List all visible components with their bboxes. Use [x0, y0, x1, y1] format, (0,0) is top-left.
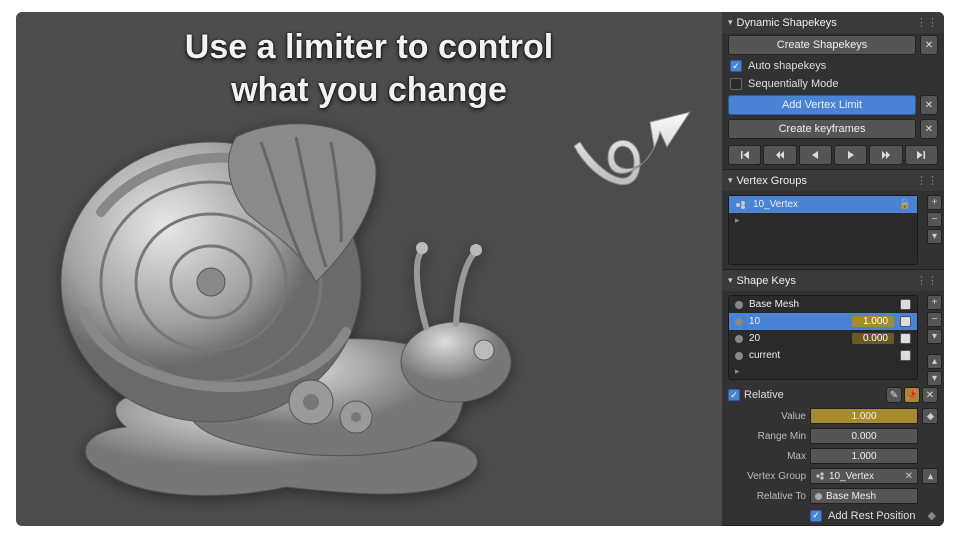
- drag-grip-icon: ⋮⋮: [916, 174, 938, 187]
- checkbox-on-icon: [730, 60, 742, 72]
- animate-prop-icon[interactable]: [922, 408, 938, 424]
- list-item[interactable]: 10 1.000: [729, 313, 917, 330]
- drag-grip-icon: ⋮⋮: [916, 274, 938, 287]
- keyframe-next-button[interactable]: [869, 145, 902, 165]
- add-button[interactable]: +: [927, 195, 942, 210]
- create-keyframes-button[interactable]: Create keyframes: [728, 119, 916, 139]
- play-reverse-button[interactable]: [799, 145, 832, 165]
- vertex-group-label: Vertex Group: [728, 471, 806, 482]
- chevron-down-icon: ▾: [728, 17, 733, 28]
- shapekey-icon: [815, 493, 822, 500]
- close-icon[interactable]: ✕: [920, 35, 938, 55]
- clear-icon[interactable]: ✕: [905, 471, 913, 482]
- add-rest-label: Add Rest Position: [828, 510, 915, 522]
- pin-icon[interactable]: 📌: [904, 387, 920, 403]
- shapekey-icon: [735, 352, 743, 360]
- shapekey-name: 20: [749, 333, 760, 344]
- shapekey-value[interactable]: 0.000: [852, 333, 894, 344]
- specials-menu-button[interactable]: ▾: [927, 329, 942, 344]
- checkbox-on-icon: [810, 510, 822, 522]
- panel-header-shape-keys[interactable]: ▾ Shape Keys ⋮⋮: [722, 270, 944, 291]
- specials-menu-button[interactable]: ▾: [927, 229, 942, 244]
- sequentially-label: Sequentially Mode: [748, 78, 839, 90]
- close-icon[interactable]: ✕: [920, 119, 938, 139]
- shapekey-name: Base Mesh: [749, 299, 799, 310]
- mute-checkbox[interactable]: [900, 333, 911, 344]
- vertex-group-field[interactable]: 10_Vertex ✕: [810, 468, 918, 484]
- value-slider[interactable]: 1.000: [810, 408, 918, 424]
- shapekey-edit-mode-icon[interactable]: ✎: [886, 387, 902, 403]
- mute-checkbox[interactable]: [900, 316, 911, 327]
- drag-grip-icon: ⋮⋮: [916, 16, 938, 29]
- panel-dynamic-shapekeys: ▾ Dynamic Shapekeys ⋮⋮ Create Shapekeys …: [722, 12, 944, 170]
- relative-label: Relative: [744, 389, 784, 401]
- list-expand-toggle[interactable]: [729, 364, 917, 379]
- play-button[interactable]: [834, 145, 867, 165]
- shapekey-icon: [735, 301, 743, 309]
- vertex-group-icon: [735, 200, 747, 210]
- panel-title: Shape Keys: [737, 275, 796, 287]
- sequentially-checkbox[interactable]: Sequentially Mode: [722, 75, 944, 93]
- add-button[interactable]: +: [927, 295, 942, 310]
- add-rest-position-checkbox[interactable]: Add Rest Position ◆: [722, 506, 944, 525]
- list-item[interactable]: 20 0.000: [729, 330, 917, 347]
- relative-to-field[interactable]: Base Mesh: [810, 488, 918, 504]
- move-down-button[interactable]: ▾: [927, 371, 942, 386]
- move-up-button[interactable]: ▴: [927, 354, 942, 369]
- panel-title: Vertex Groups: [737, 175, 807, 187]
- mute-checkbox[interactable]: [900, 299, 911, 310]
- invert-icon[interactable]: [922, 468, 938, 484]
- auto-shapekeys-label: Auto shapekeys: [748, 60, 826, 72]
- checkbox-off-icon: [730, 78, 742, 90]
- range-min-label: Range Min: [728, 431, 806, 442]
- panel-shape-keys: ▾ Shape Keys ⋮⋮ Base Mesh 10 1.000: [722, 270, 944, 526]
- range-min-field[interactable]: 0.000: [810, 428, 918, 444]
- vertex-group-name: 10_Vertex: [753, 199, 798, 210]
- panel-title: Dynamic Shapekeys: [737, 17, 837, 29]
- arrow-swirl-icon: [572, 102, 692, 212]
- chevron-down-icon: ▾: [728, 275, 733, 286]
- properties-sidebar: ▾ Dynamic Shapekeys ⋮⋮ Create Shapekeys …: [722, 12, 944, 526]
- chevron-down-icon: ▾: [728, 175, 733, 186]
- shapekey-icon: [735, 318, 743, 326]
- remove-button[interactable]: −: [927, 312, 942, 327]
- create-shapekeys-button[interactable]: Create Shapekeys: [728, 35, 916, 55]
- list-expand-toggle[interactable]: [729, 213, 917, 228]
- close-icon[interactable]: ✕: [920, 95, 938, 115]
- remove-button[interactable]: −: [927, 212, 942, 227]
- shape-keys-list[interactable]: Base Mesh 10 1.000 20 0.000: [728, 295, 918, 380]
- add-vertex-limit-button[interactable]: Add Vertex Limit: [728, 95, 916, 115]
- panel-vertex-groups: ▾ Vertex Groups ⋮⋮ 10_Vertex 🔓 + − ▾: [722, 170, 944, 270]
- shapekey-name: 10: [749, 316, 760, 327]
- animate-prop-icon[interactable]: ◆: [928, 509, 936, 522]
- list-item[interactable]: current: [729, 347, 917, 364]
- auto-shapekeys-checkbox[interactable]: Auto shapekeys: [722, 57, 944, 75]
- relative-checkbox[interactable]: [728, 389, 740, 401]
- keyframe-prev-button[interactable]: [763, 145, 796, 165]
- list-item[interactable]: 10_Vertex 🔓: [729, 196, 917, 213]
- snail-sculpt-preview: [36, 82, 576, 512]
- shapekey-name: current: [749, 350, 780, 361]
- jump-start-button[interactable]: [728, 145, 761, 165]
- mute-checkbox[interactable]: [900, 350, 911, 361]
- list-item[interactable]: Base Mesh: [729, 296, 917, 313]
- vertex-groups-list[interactable]: 10_Vertex 🔓: [728, 195, 918, 265]
- max-label: Max: [728, 451, 806, 462]
- lock-icon: 🔓: [899, 199, 911, 210]
- close-icon[interactable]: ✕: [922, 387, 938, 403]
- jump-end-button[interactable]: [905, 145, 938, 165]
- panel-header-dynamic[interactable]: ▾ Dynamic Shapekeys ⋮⋮: [722, 12, 944, 33]
- relative-to-label: Relative To: [728, 491, 806, 502]
- headline-line1: Use a limiter to control: [185, 26, 553, 69]
- panel-header-vertex-groups[interactable]: ▾ Vertex Groups ⋮⋮: [722, 170, 944, 191]
- shapekey-value[interactable]: 1.000: [852, 316, 894, 327]
- vertex-group-icon: [815, 471, 825, 481]
- transport-controls: [722, 141, 944, 169]
- max-field[interactable]: 1.000: [810, 448, 918, 464]
- viewport-3d[interactable]: Use a limiter to control what you change: [16, 12, 722, 526]
- value-label: Value: [728, 411, 806, 422]
- shapekey-icon: [735, 335, 743, 343]
